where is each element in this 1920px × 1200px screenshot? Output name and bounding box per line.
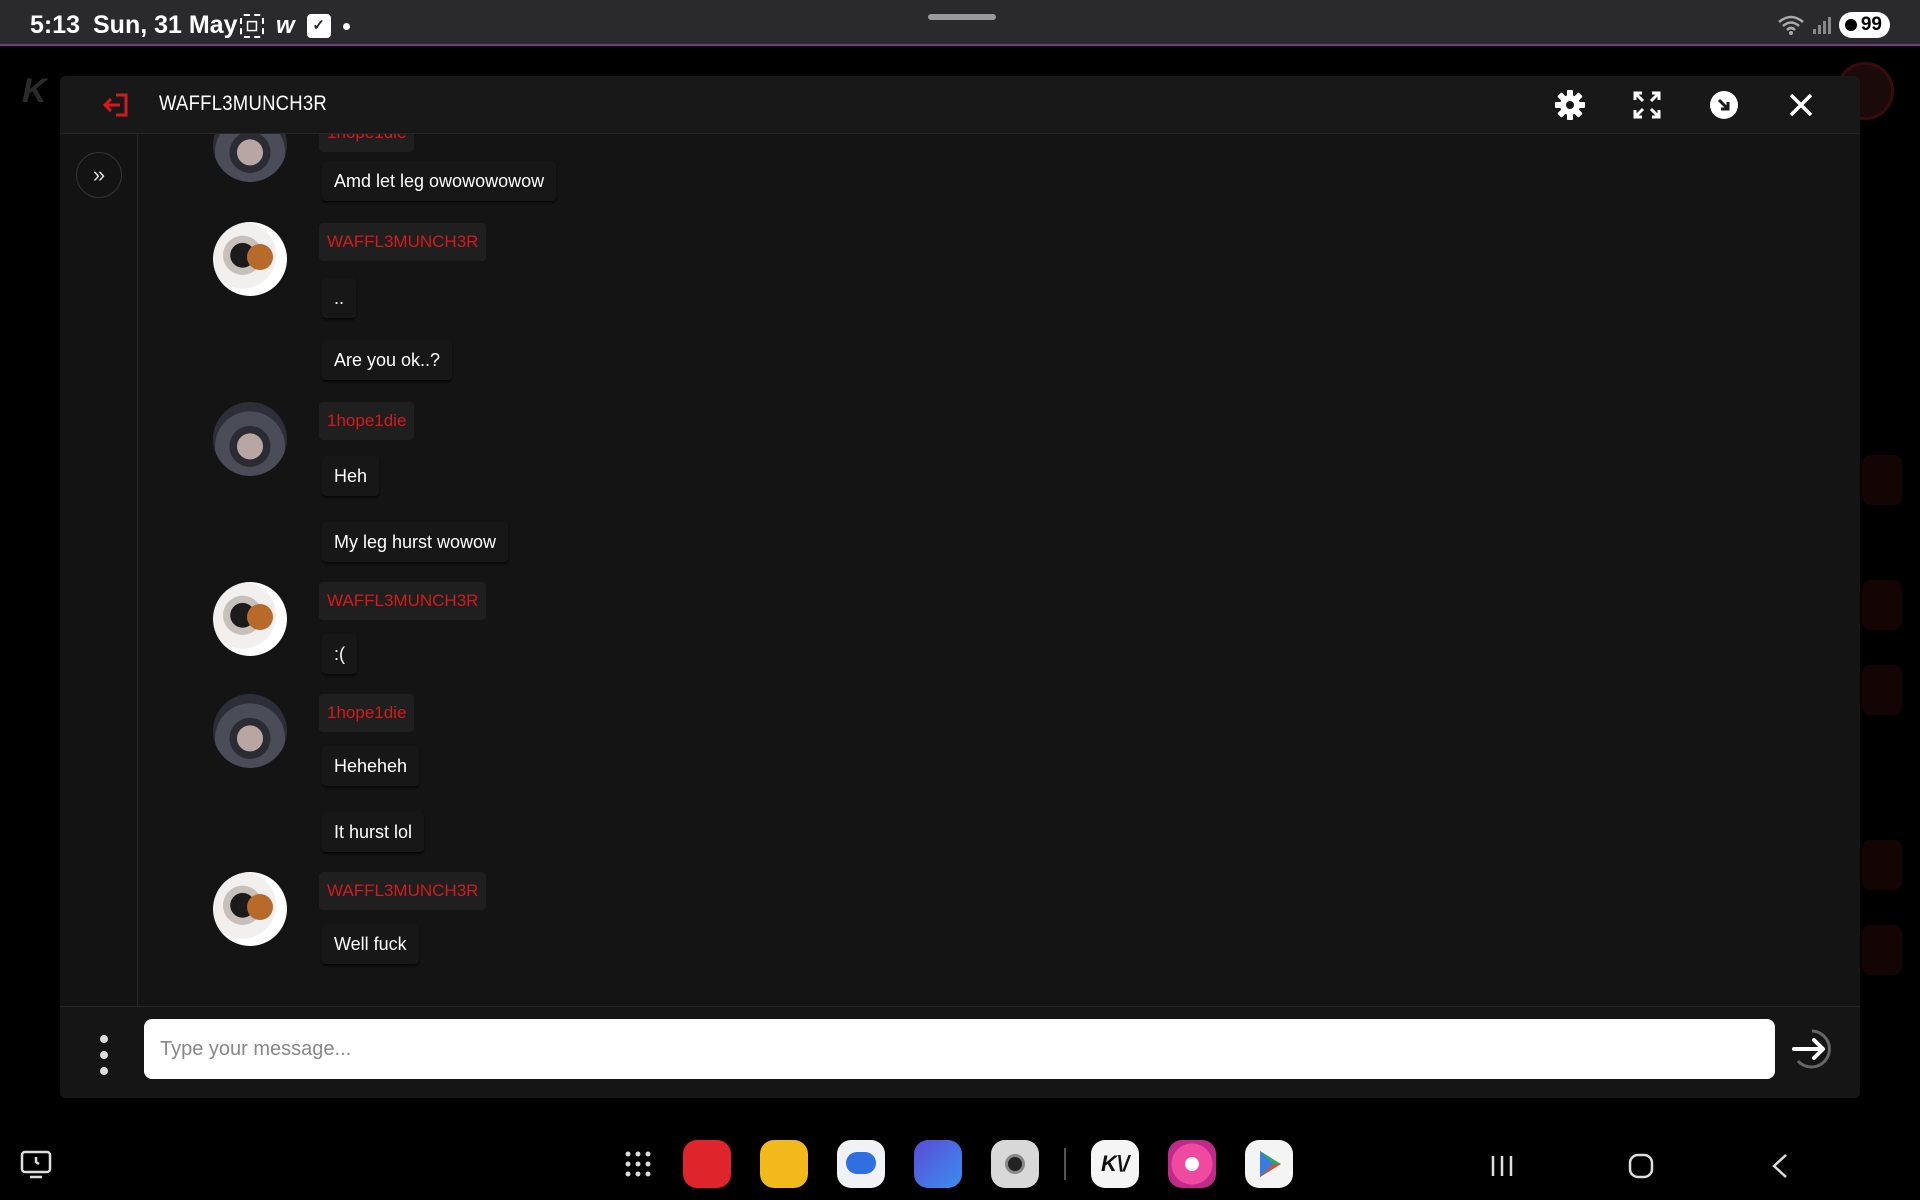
webtoon-icon: w [276, 12, 295, 39]
drag-handle[interactable] [928, 14, 996, 20]
more-vertical-icon [100, 1035, 108, 1043]
more-options-button[interactable] [98, 1035, 110, 1075]
close-button[interactable] [1784, 88, 1818, 122]
kv-app-icon[interactable]: K\/ [1091, 1140, 1139, 1188]
avatar [213, 582, 287, 656]
message-bubble: Well fuck [322, 924, 419, 964]
message-bubble: It hurst lol [322, 812, 425, 852]
status-time: 5:13 [30, 11, 81, 39]
back-button[interactable] [1764, 1150, 1796, 1182]
notification-icons: ◻ w ✓ [240, 12, 350, 40]
arrow-down-right-circle-icon [1710, 91, 1738, 119]
status-bar: 5:13 Sun, 31 May ◻ w ✓ 99 [0, 0, 1920, 46]
background-item [1862, 840, 1902, 890]
message-username: WAFFL3MUNCH3R [319, 582, 487, 620]
battery-icon [1844, 19, 1857, 31]
message-bubble: Are you ok..? [322, 340, 453, 380]
chat-title: WAFFL3MUNCH3R [159, 92, 328, 115]
notes-icon[interactable] [683, 1140, 731, 1188]
status-date: Sun, 31 May [93, 11, 238, 39]
double-chevron-right-icon: » [92, 162, 106, 187]
message-username: WAFFL3MUNCH3R [319, 223, 487, 261]
close-icon [1789, 93, 1813, 117]
chat-sidebar: » [60, 134, 138, 1006]
avatar [213, 222, 287, 296]
background-item [1862, 455, 1902, 505]
background-app-logo: K [22, 72, 47, 110]
recents-button[interactable] [1486, 1150, 1518, 1182]
message-bubble: Amd let leg owowowowow [322, 161, 557, 201]
screenshot-icon: ◻ [240, 14, 264, 38]
gear-icon [1555, 90, 1585, 120]
message-bubble: My leg hurst wowow [322, 522, 509, 562]
message-bubble: .. [322, 278, 357, 318]
home-icon [1628, 1153, 1654, 1179]
message-username: 1hope1die [319, 402, 415, 440]
dock-divider [1064, 1148, 1066, 1180]
recent-screen-icon[interactable] [20, 1150, 52, 1180]
app-drawer-icon[interactable] [624, 1150, 652, 1178]
files-icon[interactable] [760, 1140, 808, 1188]
message-list[interactable]: 1hope1die Amd let leg owowowowow WAFFL3M… [139, 134, 1860, 1006]
camera-icon[interactable] [991, 1140, 1039, 1188]
message-bubble: :( [322, 634, 357, 674]
avatar [213, 694, 287, 768]
battery-level: 99 [1860, 14, 1882, 35]
expand-icon [1633, 91, 1661, 119]
internet-icon[interactable] [914, 1140, 962, 1188]
message-composer [60, 1006, 1860, 1098]
fullscreen-button[interactable] [1630, 88, 1664, 122]
dot-icon [342, 22, 350, 30]
message-username: 1hope1die [319, 134, 415, 152]
message-input[interactable] [144, 1019, 1775, 1079]
message-bubble: Heheheh [322, 746, 420, 786]
background-item [1862, 925, 1902, 975]
chat-window: WAFFL3MUNCH3R » Amd let leg owowowowow W… [60, 76, 1860, 1098]
battery-indicator: 99 [1838, 12, 1890, 38]
message-username: 1hope1die [319, 694, 415, 732]
send-button[interactable] [1790, 1027, 1834, 1071]
expand-sidebar-button[interactable]: » [76, 152, 122, 198]
message-username: WAFFL3MUNCH3R [319, 872, 487, 910]
avatar [213, 872, 287, 946]
avatar [213, 134, 287, 182]
messages-icon[interactable] [837, 1140, 885, 1188]
taskbar: K\/ [0, 1120, 1920, 1200]
checkbox-icon: ✓ [306, 14, 331, 38]
signal-icon [1812, 16, 1831, 34]
gallery-icon[interactable] [1168, 1140, 1216, 1188]
avatar [213, 402, 287, 476]
back-icon [1772, 1154, 1787, 1178]
chat-title-bar: WAFFL3MUNCH3R [60, 76, 1860, 134]
background-item [1862, 665, 1902, 715]
message-bubble: Heh [322, 456, 380, 496]
play-store-icon[interactable] [1245, 1140, 1293, 1188]
home-button[interactable] [1625, 1150, 1657, 1182]
background-item [1862, 580, 1902, 630]
settings-button[interactable] [1553, 88, 1587, 122]
leave-chat-icon[interactable] [102, 90, 132, 120]
recents-icon [1491, 1156, 1513, 1176]
wifi-icon [1778, 15, 1804, 35]
minimize-button[interactable] [1707, 88, 1741, 122]
